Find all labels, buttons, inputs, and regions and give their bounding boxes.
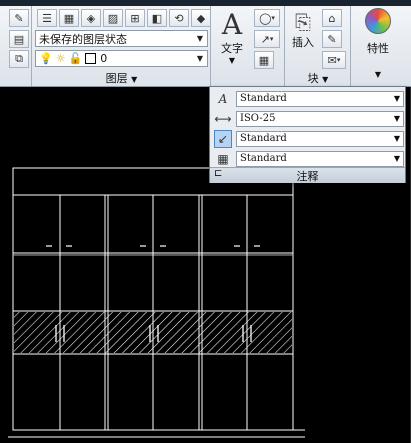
- chevron-down-icon: ▼: [196, 54, 203, 63]
- dimension-style-icon: ⟷: [214, 112, 232, 126]
- insert-label: 插入: [292, 36, 314, 49]
- table-style-dropdown[interactable]: Standard ▼: [236, 151, 404, 167]
- text-style-row: A Standard ▼: [212, 90, 404, 108]
- text-style-dropdown[interactable]: Standard ▼: [236, 91, 404, 107]
- text-A-icon: A: [221, 8, 243, 41]
- annotation-panel: A Standard ▼ ⟷ ISO-25 ▼ ↙ Standard ▼ ▦ Stan…: [209, 86, 406, 183]
- insert-block-icon: ⎘: [295, 10, 311, 34]
- chevron-down-icon: ▼: [393, 154, 400, 163]
- layer-tool-6-icon[interactable]: ◧: [147, 9, 167, 27]
- circle-icon[interactable]: ◯ ▾: [254, 9, 280, 27]
- table-style-icon: ▦: [217, 152, 229, 166]
- current-layer-value: 0: [100, 52, 108, 65]
- chevron-down-icon: ▼: [393, 94, 400, 103]
- chevron-down-icon: ▼: [228, 56, 236, 65]
- layer-tool-1-icon[interactable]: ☰: [37, 9, 57, 27]
- chevron-down-icon: ▼: [196, 34, 203, 43]
- text-label: 文字: [221, 42, 243, 55]
- sun-icon: ☼: [55, 52, 66, 65]
- text-button[interactable]: A 文字 ▼: [214, 10, 250, 66]
- edit-block-icon[interactable]: ✎: [322, 30, 342, 48]
- annotation-label: 注释: [296, 170, 319, 183]
- leader-icon[interactable]: ↗ ▾: [254, 30, 280, 48]
- bulb-icon: 💡: [39, 52, 53, 65]
- layer-state-dropdown[interactable]: 未保存的图层状态 ▼: [35, 30, 208, 47]
- dim-style-dropdown[interactable]: ISO-25 ▼: [236, 111, 404, 127]
- layer-manager-icon[interactable]: ▤: [9, 30, 29, 48]
- insert-block-button[interactable]: ⎘ 插入: [288, 10, 318, 60]
- properties-expand-icon[interactable]: ▼: [356, 70, 400, 79]
- multileader-style-icon[interactable]: ↙: [214, 130, 232, 148]
- brush-icon[interactable]: ✎: [9, 9, 29, 27]
- mleader-style-dropdown[interactable]: Standard ▼: [236, 131, 404, 147]
- ribbon: ✎ ▤ ⧉ ☰ ▦ ◈ ▨ ⊞ ◧ ⟲ ◆ 未保存的图层状态 ▼ 💡 ☼ 🔓 0…: [0, 0, 411, 87]
- layer-tool-2-icon[interactable]: ▦: [59, 9, 79, 27]
- cabinet-drawing: [8, 167, 305, 438]
- properties-label: 特性: [367, 42, 389, 55]
- table-style-row: ▦ Standard ▼: [212, 150, 404, 168]
- layer-dropdown[interactable]: 💡 ☼ 🔓 0 ▼: [35, 50, 208, 67]
- properties-button[interactable]: 特性: [356, 8, 400, 64]
- layer-tool-4-icon[interactable]: ▨: [103, 9, 123, 27]
- match-layer-icon[interactable]: ⧉: [9, 50, 29, 68]
- layer-tool-8-icon[interactable]: ◆: [191, 9, 211, 27]
- color-wheel-icon: [365, 8, 391, 34]
- layer-tool-3-icon[interactable]: ◈: [81, 9, 101, 27]
- annotation-panel-footer: ⊏ 注释: [210, 167, 405, 183]
- dim-style-row: ⟷ ISO-25 ▼: [212, 110, 404, 128]
- chevron-down-icon: ▼: [393, 114, 400, 123]
- layer-group-label[interactable]: 图层 ▼: [35, 70, 208, 86]
- block-attribute-icon[interactable]: ✉ ▾: [322, 51, 346, 69]
- create-block-icon[interactable]: ⌂: [322, 9, 342, 27]
- text-style-icon: A: [218, 92, 228, 106]
- block-group-label[interactable]: 块 ▼: [288, 70, 348, 86]
- color-swatch-icon: [85, 53, 97, 64]
- mleader-style-row: ↙ Standard ▼: [212, 130, 404, 148]
- layer-state-value: 未保存的图层状态: [39, 32, 127, 46]
- layer-tool-5-icon[interactable]: ⊞: [125, 9, 145, 27]
- layer-tool-7-icon[interactable]: ⟲: [169, 9, 189, 27]
- chevron-down-icon: ▼: [393, 134, 400, 143]
- table-icon[interactable]: ▦: [254, 51, 274, 69]
- lock-icon: 🔓: [68, 52, 83, 65]
